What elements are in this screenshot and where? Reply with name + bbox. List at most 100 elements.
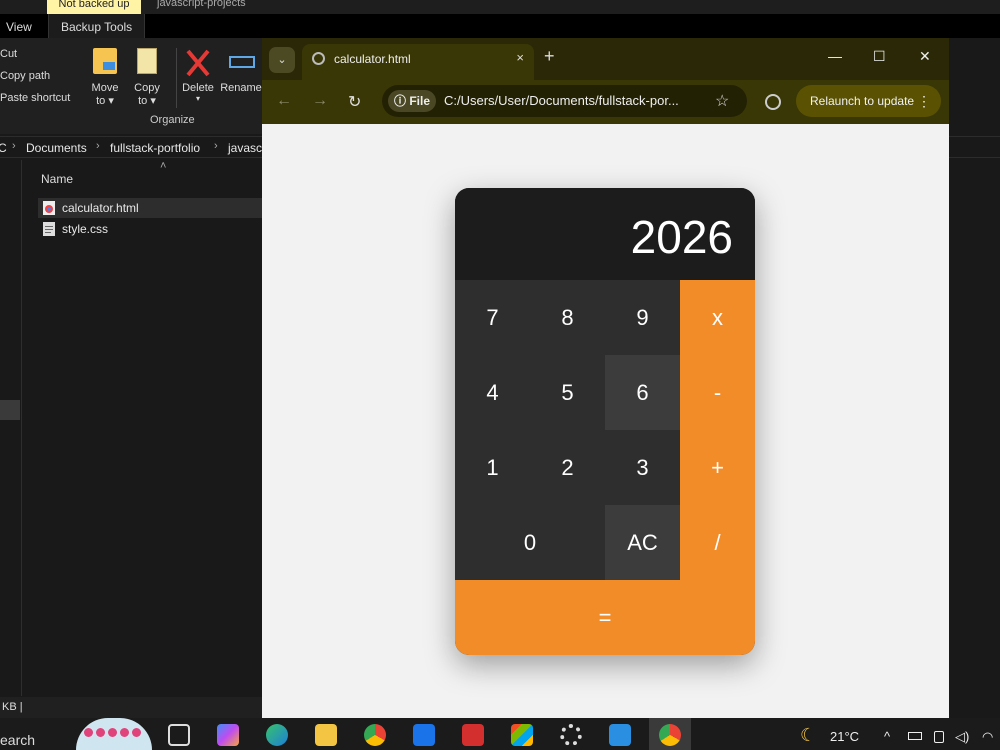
breadcrumb-item-fullstack-portfolio[interactable]: fullstack-portfolio [110, 141, 200, 155]
navigation-pane[interactable] [0, 160, 22, 696]
key-5[interactable]: 5 [530, 355, 605, 430]
key-6[interactable]: 6 [605, 355, 680, 430]
task-view-icon[interactable] [168, 724, 190, 746]
tab-strip: ⌄ calculator.html × + — ☐ ✕ [262, 38, 949, 80]
breadcrumb-item-pc[interactable]: C [0, 141, 7, 155]
close-window-button[interactable]: ✕ [919, 48, 931, 65]
ribbon-tabs: View Backup Tools [0, 14, 1000, 40]
outlook-icon[interactable] [413, 724, 435, 746]
file-row-calculator-html[interactable]: calculator.html [38, 198, 262, 218]
page-content: 2026 7 8 9 x 4 5 6 - 1 2 3 + 0 AC / = [262, 124, 949, 718]
bookmark-star-icon[interactable]: ☆ [715, 91, 729, 111]
copy-path-button[interactable]: Copy path [0, 70, 50, 82]
delete-x-icon [184, 48, 212, 78]
copy-to-button[interactable]: Copy to ▾ [125, 48, 169, 107]
tab-view[interactable]: View [6, 20, 32, 34]
key-equals[interactable]: = [455, 580, 755, 655]
file-explorer-icon[interactable] [315, 724, 337, 746]
device-icon[interactable] [934, 731, 944, 743]
breadcrumb-item-documents[interactable]: Documents [26, 141, 87, 155]
edge-icon[interactable] [266, 724, 288, 746]
sort-caret-icon: ˄ [160, 160, 167, 172]
css-file-icon [43, 222, 55, 236]
search-highlight-image [76, 718, 152, 750]
file-row-style-css[interactable]: style.css [38, 219, 262, 239]
windows-taskbar: earch ☾ 21°C ^ ◁) ◠ [0, 718, 1000, 750]
new-tab-button[interactable]: + [544, 46, 555, 67]
cut-button[interactable]: Cut [0, 48, 17, 60]
key-0[interactable]: 0 [455, 505, 605, 580]
file-name: style.css [62, 222, 109, 236]
chrome-icon[interactable] [364, 724, 386, 746]
ribbon-toolbar: Cut Copy path Paste shortcut Move to ▾ C… [0, 38, 262, 134]
address-bar[interactable]: ⓘ File C:/Users/User/Documents/fullstack… [382, 85, 747, 117]
taskbar-search-box[interactable]: earch [0, 732, 35, 748]
rename-button[interactable]: Rename [218, 48, 264, 94]
delete-label: Delete [182, 82, 214, 94]
minimize-button[interactable]: — [828, 48, 842, 64]
chevron-right-icon: › [96, 140, 100, 152]
back-button[interactable]: ← [276, 92, 292, 110]
paste-shortcut-button[interactable]: Paste shortcut [0, 92, 70, 104]
column-header-name[interactable]: Name [41, 172, 73, 186]
copy-to-label: Copy [134, 82, 160, 94]
close-tab-icon[interactable]: × [516, 50, 524, 65]
move-to-label-2: to ▾ [96, 95, 114, 107]
key-2[interactable]: 2 [530, 430, 605, 505]
tab-title: calculator.html [334, 52, 411, 66]
reload-button[interactable]: ↻ [348, 92, 361, 112]
key-8[interactable]: 8 [530, 280, 605, 355]
key-all-clear[interactable]: AC [605, 505, 680, 580]
maximize-button[interactable]: ☐ [873, 48, 886, 65]
wifi-icon[interactable]: ◠ [982, 729, 993, 745]
key-plus[interactable]: + [680, 430, 755, 505]
key-multiply[interactable]: x [680, 280, 755, 355]
key-7[interactable]: 7 [455, 280, 530, 355]
active-app-highlight[interactable] [649, 718, 691, 750]
relaunch-label: Relaunch to update [810, 94, 915, 108]
rename-label: Rename [220, 82, 262, 94]
tab-search-chevron-icon[interactable]: ⌄ [269, 47, 295, 73]
rename-icon [227, 48, 255, 78]
settings-gear-icon[interactable] [560, 724, 582, 746]
not-backed-up-badge: Not backed up [47, 0, 141, 14]
delete-button[interactable]: Delete ▾ [176, 48, 220, 103]
chrome-menu-icon[interactable]: ⋮ [917, 85, 931, 117]
key-3[interactable]: 3 [605, 430, 680, 505]
moon-weather-icon: ☾ [800, 725, 817, 745]
forward-button[interactable]: → [312, 92, 328, 110]
acrobat-icon[interactable] [462, 724, 484, 746]
profile-icon[interactable] [765, 94, 781, 110]
copy-to-label-2: to ▾ [138, 95, 156, 107]
relaunch-to-update-button[interactable]: Relaunch to update ⋮ [796, 85, 941, 117]
tab-backup-tools[interactable]: Backup Tools [48, 14, 146, 40]
chevron-right-icon: › [12, 140, 16, 152]
temperature[interactable]: 21°C [830, 729, 859, 744]
copilot-icon[interactable] [217, 724, 239, 746]
globe-icon [312, 52, 325, 65]
vscode-icon[interactable] [609, 724, 631, 746]
window-path-title: javascript-projects [157, 0, 246, 9]
explorer-title-strip [0, 0, 1000, 14]
key-4[interactable]: 4 [455, 355, 530, 430]
move-to-label: Move [91, 82, 119, 94]
calculator: 2026 7 8 9 x 4 5 6 - 1 2 3 + 0 AC / = [455, 188, 755, 655]
navigation-selected-item[interactable] [0, 400, 20, 420]
organize-group-label: Organize [150, 114, 195, 126]
chrome-window: ⌄ calculator.html × + — ☐ ✕ ← → ↻ ⓘ File… [262, 38, 949, 718]
url-text[interactable]: C:/Users/User/Documents/fullstack-por... [444, 93, 679, 108]
battery-icon[interactable] [908, 732, 922, 740]
browser-toolbar: ← → ↻ ⓘ File C:/Users/User/Documents/ful… [262, 80, 949, 124]
key-divide[interactable]: / [680, 505, 755, 580]
tab-calculator[interactable]: calculator.html × [302, 44, 534, 80]
move-to-button[interactable]: Move to ▾ [83, 48, 127, 107]
key-1[interactable]: 1 [455, 430, 530, 505]
move-to-icon [91, 48, 119, 78]
tray-chevron-icon[interactable]: ^ [884, 729, 890, 744]
chrome-active-icon [659, 724, 681, 746]
volume-icon[interactable]: ◁) [955, 729, 969, 745]
store-icon[interactable] [511, 724, 533, 746]
key-9[interactable]: 9 [605, 280, 680, 355]
site-info-button[interactable]: ⓘ File [388, 90, 437, 112]
key-minus[interactable]: - [680, 355, 755, 430]
